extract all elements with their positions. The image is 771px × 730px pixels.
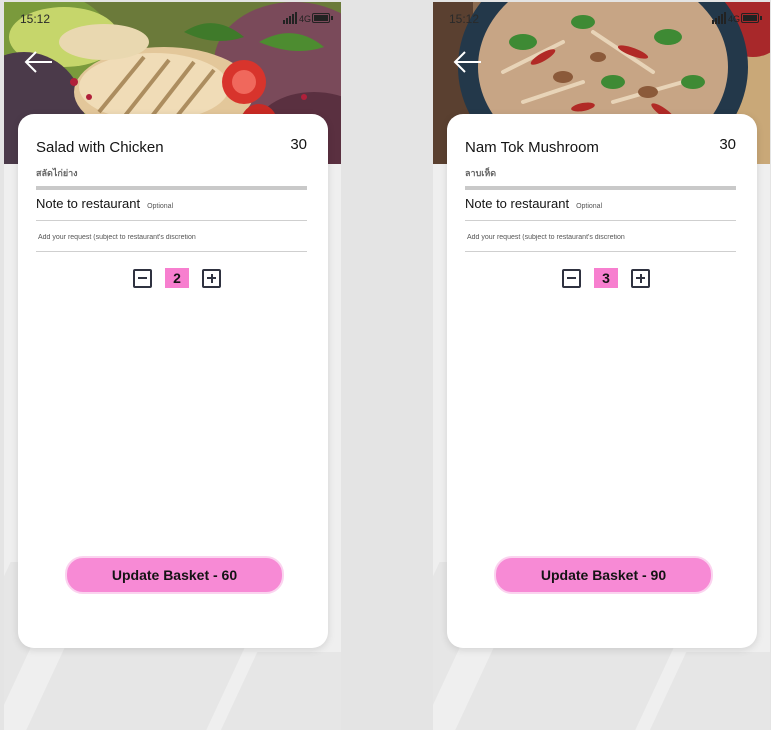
back-button[interactable] xyxy=(451,47,485,77)
decrease-quantity-button[interactable] xyxy=(133,268,152,288)
network-type: 4G xyxy=(727,14,740,24)
status-bar: 15:12 4G xyxy=(433,10,770,28)
divider xyxy=(36,186,307,190)
quantity-stepper: 2 xyxy=(133,268,221,288)
dish-name: Salad with Chicken xyxy=(36,139,164,156)
minus-square-icon xyxy=(138,277,147,279)
divider xyxy=(465,220,736,221)
battery-icon xyxy=(312,13,333,23)
signal-bars-icon xyxy=(283,12,297,24)
note-header: Note to restaurant Optional xyxy=(36,196,173,211)
dish-name: Nam Tok Mushroom xyxy=(465,139,599,156)
update-basket-button[interactable]: Update Basket - 90 xyxy=(494,556,713,594)
update-basket-button[interactable]: Update Basket - 60 xyxy=(65,556,284,594)
dish-detail-card: Nam Tok Mushroom 30 ลาบเห็ด Note to rest… xyxy=(447,114,757,648)
divider xyxy=(465,186,736,190)
status-time: 15:12 xyxy=(449,12,480,26)
minus-square-icon xyxy=(567,277,576,279)
dish-price: 30 xyxy=(719,136,736,153)
quantity-value: 3 xyxy=(594,268,618,288)
battery-icon xyxy=(741,13,762,23)
note-title: Note to restaurant xyxy=(465,196,570,211)
status-time: 15:12 xyxy=(20,12,51,26)
network-type: 4G xyxy=(298,14,311,24)
increase-quantity-button[interactable] xyxy=(631,268,650,288)
optional-label: Optional xyxy=(147,203,174,210)
note-input[interactable] xyxy=(465,229,740,245)
phone-screen-mushroom: 15:12 4G Nam Tok Mushroom 30 ลาบเห็ด Not… xyxy=(433,2,770,730)
quantity-value: 2 xyxy=(165,268,189,288)
signal-bars-icon xyxy=(712,12,726,24)
arrow-left-icon xyxy=(24,51,52,73)
note-header: Note to restaurant Optional xyxy=(465,196,602,211)
arrow-left-icon xyxy=(453,51,481,73)
dish-thai-name: ลาบเห็ด xyxy=(465,168,497,178)
status-bar: 15:12 4G xyxy=(4,10,341,28)
divider xyxy=(36,220,307,221)
dish-price: 30 xyxy=(290,136,307,153)
dish-thai-name: สลัดไก่ย่าง xyxy=(36,168,78,178)
dish-detail-card: Salad with Chicken 30 สลัดไก่ย่าง Note t… xyxy=(18,114,328,648)
divider xyxy=(36,251,307,252)
phone-screen-salad: 15:12 4G Salad with Chicken 30 สลัดไก่ย่… xyxy=(4,2,341,730)
note-title: Note to restaurant xyxy=(36,196,141,211)
note-input[interactable] xyxy=(36,229,311,245)
quantity-stepper: 3 xyxy=(562,268,650,288)
back-button[interactable] xyxy=(22,47,56,77)
decrease-quantity-button[interactable] xyxy=(562,268,581,288)
increase-quantity-button[interactable] xyxy=(202,268,221,288)
divider xyxy=(465,251,736,252)
optional-label: Optional xyxy=(576,203,603,210)
